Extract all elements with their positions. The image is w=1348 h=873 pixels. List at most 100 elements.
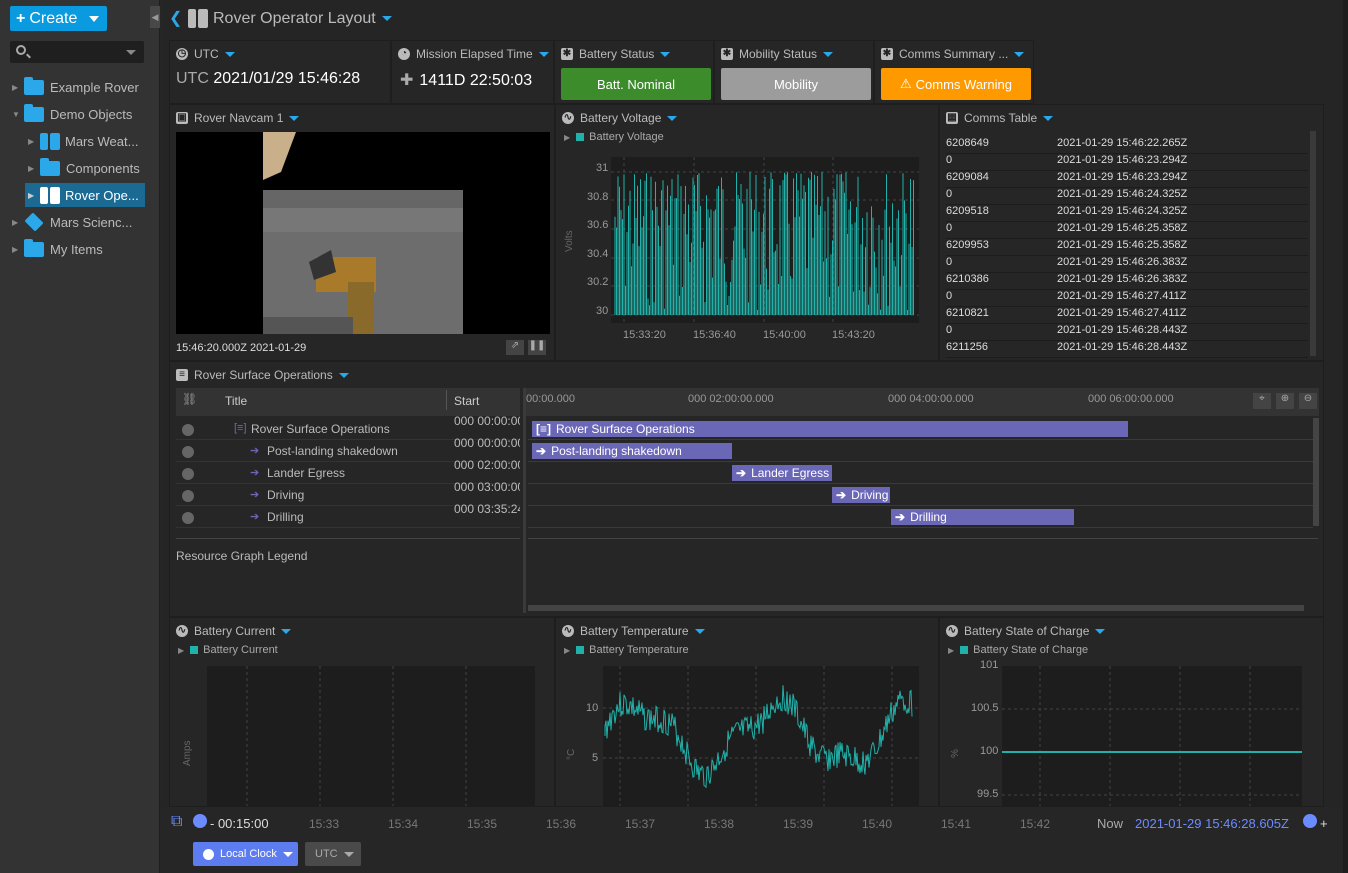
table-row[interactable]: 0 2021-01-29 15:46:26.383Z xyxy=(946,256,1308,273)
local-clock-button[interactable]: Local Clock xyxy=(193,842,298,866)
col-title[interactable]: Title xyxy=(225,394,247,408)
table-row[interactable]: 6211256 2021-01-29 15:46:28.443Z xyxy=(946,341,1308,358)
gantt-bar[interactable]: ➔ Post-landing shakedown xyxy=(532,443,732,459)
table-row[interactable]: 6209084 2021-01-29 15:46:23.294Z xyxy=(946,171,1308,188)
table-cell: 2021-01-29 15:46:26.383Z xyxy=(1057,256,1188,268)
table-row[interactable]: 0 2021-01-29 15:46:28.443Z xyxy=(946,324,1308,341)
activity-title: Rover Surface Operations xyxy=(251,422,390,436)
table-row[interactable]: 0 2021-01-29 15:46:23.294Z xyxy=(946,154,1308,171)
battery-current-plot[interactable] xyxy=(207,666,535,806)
comms-warning-button[interactable]: ⚠ Comms Warning xyxy=(881,68,1031,100)
battery-current-header[interactable]: ∿ Battery Current xyxy=(176,624,292,638)
chevron-down-icon[interactable] xyxy=(126,50,136,55)
zoom-out-icon[interactable]: ⊖ xyxy=(1299,393,1317,409)
tree-item-demo-objects[interactable]: ▼ Demo Objects xyxy=(12,102,150,126)
surface-ops-header[interactable]: ≡ Rover Surface Operations xyxy=(176,368,349,382)
tree-item-rover-operator[interactable]: ▶ Rover Ope... xyxy=(25,183,145,207)
table-row[interactable]: 0 2021-01-29 15:46:25.358Z xyxy=(946,222,1308,239)
mobility-status-button[interactable]: Mobility xyxy=(721,68,871,100)
battery-soc-header[interactable]: ∿ Battery State of Charge xyxy=(946,624,1106,638)
back-icon[interactable]: ❮ xyxy=(169,8,182,28)
clock-icon xyxy=(203,848,214,860)
legend-item[interactable]: ▶ Battery State of Charge xyxy=(948,644,1088,656)
battery-status-header[interactable]: ✱ Battery Status xyxy=(561,47,671,61)
table-cell: 0 xyxy=(946,290,953,302)
arrow-icon: ➔ xyxy=(250,489,260,501)
col-start[interactable]: Start xyxy=(454,394,479,408)
table-cell: 2021-01-29 15:46:24.325Z xyxy=(1057,188,1188,200)
navcam-header[interactable]: ▣ Rover Navcam 1 xyxy=(176,111,300,125)
expand-arrow-icon[interactable]: ▶ xyxy=(12,218,24,227)
tree-item-components[interactable]: ▶ Components xyxy=(28,156,150,180)
search-input[interactable] xyxy=(10,41,144,63)
pause-icon[interactable]: ❚❚ xyxy=(528,340,546,355)
horizontal-scrollbar[interactable] xyxy=(528,605,1304,611)
battery-voltage-header[interactable]: ∿ Battery Voltage xyxy=(562,111,678,125)
timezone-button[interactable]: UTC xyxy=(305,842,361,866)
gantt-bar[interactable]: ➔ Drilling xyxy=(891,509,1074,525)
chevron-down-icon xyxy=(667,115,678,121)
tree-item-mars-science[interactable]: ▶ Mars Scienc... xyxy=(12,210,150,234)
page-title[interactable]: Rover Operator Layout xyxy=(213,10,392,28)
battery-temp-header[interactable]: ∿ Battery Temperature xyxy=(562,624,705,638)
activity-row[interactable]: ➔ Drilling 000 03:35:24 xyxy=(176,502,520,528)
create-button[interactable]: + Create xyxy=(10,6,107,31)
comms-table-header[interactable]: ▦ Comms Table xyxy=(946,111,1054,125)
plus-offset[interactable]: + xyxy=(1320,816,1328,831)
plan-icon: [≡] xyxy=(536,422,551,436)
expand-arrow-icon[interactable]: ▶ xyxy=(28,191,40,200)
gantt-bar[interactable]: ➔ Driving xyxy=(832,487,890,503)
scrollbar[interactable] xyxy=(1310,131,1316,356)
crosshair-icon[interactable]: ⌖ xyxy=(1253,393,1271,409)
navcam-image xyxy=(176,132,550,334)
y-axis-label: Amps xyxy=(182,740,193,766)
table-row[interactable]: 0 2021-01-29 15:46:24.325Z xyxy=(946,188,1308,205)
table-row[interactable]: 0 2021-01-29 15:46:27.411Z xyxy=(946,290,1308,307)
status-icon xyxy=(182,512,194,524)
utc-header[interactable]: ◷ UTC xyxy=(176,47,235,61)
gantt-bar[interactable]: ➔ Lander Egress xyxy=(732,465,832,481)
table-cell: 0 xyxy=(946,154,953,166)
table-cell: 6210821 xyxy=(946,307,989,319)
comms-summary-header[interactable]: ✱ Comms Summary ... xyxy=(881,47,1025,61)
table-row[interactable]: 6209518 2021-01-29 15:46:24.325Z xyxy=(946,205,1308,222)
tree-item-my-items[interactable]: ▶ My Items xyxy=(12,237,150,261)
table-row[interactable]: 6208649 2021-01-29 15:46:22.265Z xyxy=(946,137,1308,154)
table-row[interactable]: 6209953 2021-01-29 15:46:25.358Z xyxy=(946,239,1308,256)
expand-arrow-icon[interactable]: ▶ xyxy=(28,164,40,173)
series-swatch xyxy=(960,646,969,654)
chevron-down-icon xyxy=(1095,628,1106,634)
gantt-bar[interactable]: [≡] Rover Surface Operations xyxy=(532,421,1128,437)
expand-arrow-icon[interactable]: ▶ xyxy=(28,137,40,146)
tree-item-mars-weather[interactable]: ▶ Mars Weat... xyxy=(28,129,150,153)
expand-arrow-icon[interactable]: ▶ xyxy=(12,83,24,92)
external-link-icon[interactable]: ⇗ xyxy=(506,340,524,355)
table-row[interactable]: 6210386 2021-01-29 15:46:26.383Z xyxy=(946,273,1308,290)
table-row[interactable]: 6210821 2021-01-29 15:46:27.411Z xyxy=(946,307,1308,324)
activity-start: 000 03:35:24 xyxy=(454,502,520,516)
legend-item[interactable]: ▶ Battery Current xyxy=(178,644,278,656)
mode-icon[interactable]: ⧉ xyxy=(171,813,182,831)
battery-voltage-plot[interactable] xyxy=(611,157,919,323)
expand-arrow-icon[interactable]: ▶ xyxy=(12,245,24,254)
met-header[interactable]: ◔ Mission Elapsed Time xyxy=(398,47,549,61)
time-offset[interactable]: - 00:15:00 xyxy=(210,816,269,831)
splitter[interactable] xyxy=(523,388,526,613)
legend-item[interactable]: ▶ Battery Temperature xyxy=(564,644,689,656)
legend-item[interactable]: ▶ Battery Voltage xyxy=(564,131,664,143)
collapse-arrow-icon[interactable]: ▼ xyxy=(12,110,24,119)
series-swatch xyxy=(576,646,585,654)
tree-item-example-rover[interactable]: ▶ Example Rover xyxy=(12,75,150,99)
battery-temp-plot[interactable] xyxy=(603,666,919,806)
clock-icon xyxy=(193,814,207,828)
vertical-scrollbar[interactable] xyxy=(1313,418,1319,526)
now-value[interactable]: 2021-01-29 15:46:28.605Z xyxy=(1135,816,1289,831)
battery-soc-plot[interactable] xyxy=(1002,666,1302,806)
mobility-status-header[interactable]: ✱ Mobility Status xyxy=(721,47,834,61)
collapse-sidebar-button[interactable]: ◀ xyxy=(150,6,160,28)
table-cell: 2021-01-29 15:46:24.325Z xyxy=(1057,205,1188,217)
y-tick: 5 xyxy=(592,752,599,764)
battery-status-button[interactable]: Batt. Nominal xyxy=(561,68,711,100)
zoom-in-icon[interactable]: ⊕ xyxy=(1276,393,1294,409)
table-cell: 0 xyxy=(946,188,953,200)
